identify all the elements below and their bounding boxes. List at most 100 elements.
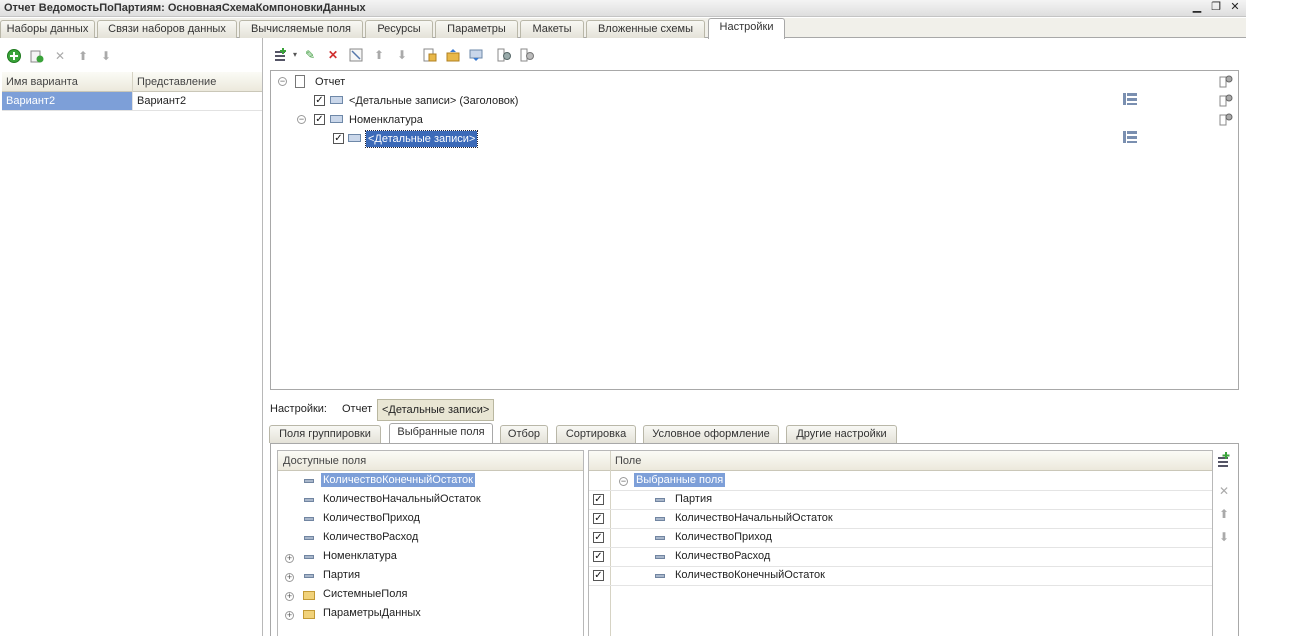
tab-conditional-formatting[interactable]: Условное оформление bbox=[643, 425, 779, 443]
selected-fields-group[interactable]: Выбранные поля bbox=[634, 471, 726, 490]
tree-node-report[interactable]: Отчет bbox=[315, 74, 345, 90]
field-icon bbox=[655, 498, 665, 502]
table-row[interactable]: Партия bbox=[675, 490, 712, 509]
tab-data-sets[interactable]: Наборы данных bbox=[0, 20, 95, 38]
tree-node-detail-header[interactable]: <Детальные записи> (Заголовок) bbox=[349, 93, 518, 109]
expand-icon[interactable]: + bbox=[285, 554, 294, 563]
grouping-icon bbox=[330, 115, 343, 123]
delete-icon[interactable]: ✕ bbox=[325, 47, 341, 63]
field-icon bbox=[304, 479, 314, 483]
table-row[interactable]: КоличествоНачальныйОстаток bbox=[675, 509, 833, 528]
field-checkbox[interactable]: ✓ bbox=[593, 532, 604, 543]
add-variant-icon[interactable] bbox=[6, 48, 22, 64]
list-item[interactable]: КоличествоНачальныйОстаток bbox=[323, 490, 481, 509]
move-to-parent-icon[interactable] bbox=[445, 47, 461, 63]
collapse-icon[interactable]: − bbox=[297, 115, 306, 124]
folder-icon bbox=[303, 610, 315, 619]
list-item[interactable]: Партия bbox=[323, 566, 360, 585]
add-dropdown-icon[interactable]: ▾ bbox=[287, 47, 303, 63]
list-item[interactable]: КоличествоРасход bbox=[323, 528, 418, 547]
minimize-icon[interactable]: ▁ bbox=[1190, 1, 1204, 15]
tab-other-settings[interactable]: Другие настройки bbox=[786, 425, 897, 443]
tree-node-nomenclature[interactable]: Номенклатура bbox=[349, 112, 423, 128]
group-icon[interactable] bbox=[422, 47, 438, 63]
list-item[interactable]: ПараметрыДанных bbox=[323, 604, 421, 623]
collapse-icon[interactable]: − bbox=[278, 77, 287, 86]
field-icon bbox=[655, 517, 665, 521]
list-item[interactable]: Номенклатура bbox=[323, 547, 397, 566]
expand-icon[interactable]: + bbox=[285, 611, 294, 620]
variant-presentation-cell[interactable]: Вариант2 bbox=[133, 92, 262, 110]
tab-nested-schemas[interactable]: Вложенные схемы bbox=[586, 20, 705, 38]
tab-parameters[interactable]: Параметры bbox=[435, 20, 518, 38]
delete-variant-icon[interactable]: ✕ bbox=[52, 48, 68, 64]
table-row[interactable]: КоличествоПриход bbox=[675, 528, 772, 547]
tab-selected-fields[interactable]: Выбранные поля bbox=[389, 423, 493, 444]
table-row[interactable]: КоличествоРасход bbox=[675, 547, 770, 566]
tab-sort[interactable]: Сортировка bbox=[556, 425, 636, 443]
list-item[interactable]: КоличествоПриход bbox=[323, 509, 420, 528]
node-checkbox[interactable]: ✓ bbox=[314, 114, 325, 125]
properties-icon[interactable] bbox=[348, 47, 364, 63]
move-down-icon[interactable]: ⬇ bbox=[394, 47, 410, 63]
copy-variant-icon[interactable] bbox=[29, 48, 45, 64]
tab-grouping-fields[interactable]: Поля группировки bbox=[269, 425, 381, 443]
move-to-child-icon[interactable] bbox=[468, 47, 484, 63]
expand-icon[interactable]: + bbox=[285, 592, 294, 601]
list-item[interactable]: СистемныеПоля bbox=[323, 585, 407, 604]
close-icon[interactable]: ✕ bbox=[1228, 1, 1242, 15]
field-icon bbox=[304, 536, 314, 540]
tab-calculated-fields[interactable]: Вычисляемые поля bbox=[239, 20, 363, 38]
selected-fields-panel: Доступные поля КоличествоКонечныйОстаток… bbox=[270, 443, 1239, 636]
settings-label: Настройки: bbox=[270, 403, 327, 415]
column-presentation[interactable]: Представление bbox=[133, 72, 262, 92]
expand-icon[interactable]: + bbox=[285, 573, 294, 582]
tab-resources[interactable]: Ресурсы bbox=[365, 20, 433, 38]
settings-report-link[interactable]: Отчет bbox=[342, 403, 372, 415]
settings-gear-alt-icon[interactable] bbox=[519, 47, 535, 63]
edit-icon[interactable]: ✎ bbox=[302, 47, 318, 63]
table-row[interactable]: КоличествоКонечныйОстаток bbox=[675, 566, 825, 585]
tab-filter[interactable]: Отбор bbox=[500, 425, 548, 443]
restore-icon[interactable]: ❐ bbox=[1209, 1, 1223, 15]
list-item[interactable]: КоличествоКонечныйОстаток bbox=[321, 471, 475, 490]
node-checkbox[interactable]: ✓ bbox=[314, 95, 325, 106]
column-variant-name[interactable]: Имя варианта bbox=[2, 72, 133, 92]
item-settings-icon[interactable] bbox=[1219, 112, 1233, 126]
variants-grid-header: Имя варианта Представление bbox=[2, 72, 262, 92]
field-checkbox[interactable]: ✓ bbox=[593, 513, 604, 524]
settings-current-node[interactable]: <Детальные записи> bbox=[377, 399, 494, 421]
column-divider bbox=[610, 451, 611, 636]
move-down-icon[interactable]: ⬇ bbox=[98, 48, 114, 64]
node-checkbox[interactable]: ✓ bbox=[333, 133, 344, 144]
variant-name-cell[interactable]: Вариант2 bbox=[2, 92, 133, 110]
move-down-icon[interactable]: ⬇ bbox=[1216, 529, 1232, 545]
item-settings-icon[interactable] bbox=[1219, 93, 1233, 107]
remove-field-icon[interactable]: ✕ bbox=[1216, 483, 1232, 499]
move-up-icon[interactable]: ⬆ bbox=[1216, 506, 1232, 522]
move-up-icon[interactable]: ⬆ bbox=[75, 48, 91, 64]
field-checkbox[interactable]: ✓ bbox=[593, 494, 604, 505]
selected-fields-header: Поле bbox=[589, 451, 1212, 471]
tree-node-detail-records[interactable]: <Детальные записи> bbox=[364, 130, 479, 148]
field-icon bbox=[655, 574, 665, 578]
tab-data-set-links[interactable]: Связи наборов данных bbox=[97, 20, 237, 38]
tab-layouts[interactable]: Макеты bbox=[520, 20, 584, 38]
settings-gear-icon[interactable] bbox=[496, 47, 512, 63]
selected-fields-pane: Поле − Выбранные поля ✓ Партия ✓ Количес… bbox=[588, 450, 1213, 636]
field-checkbox[interactable]: ✓ bbox=[593, 551, 604, 562]
structure-item-icon bbox=[1123, 92, 1137, 106]
add-field-icon[interactable] bbox=[1216, 452, 1232, 468]
table-row[interactable]: Вариант2 Вариант2 bbox=[2, 92, 262, 111]
field-checkbox[interactable]: ✓ bbox=[593, 570, 604, 581]
tab-settings[interactable]: Настройки bbox=[708, 18, 785, 39]
field-icon bbox=[304, 498, 314, 502]
detail-records-icon bbox=[330, 96, 343, 104]
field-icon bbox=[655, 536, 665, 540]
collapse-icon[interactable]: − bbox=[619, 477, 628, 486]
move-up-icon[interactable]: ⬆ bbox=[371, 47, 387, 63]
item-settings-icon[interactable] bbox=[1219, 74, 1233, 88]
window-title: Отчет ВедомостьПоПартиям: ОсновнаяСхемаК… bbox=[4, 2, 366, 14]
variants-panel: ✕ ⬆ ⬇ Имя варианта Представление Вариант… bbox=[0, 38, 263, 636]
detail-records-icon bbox=[348, 134, 361, 142]
